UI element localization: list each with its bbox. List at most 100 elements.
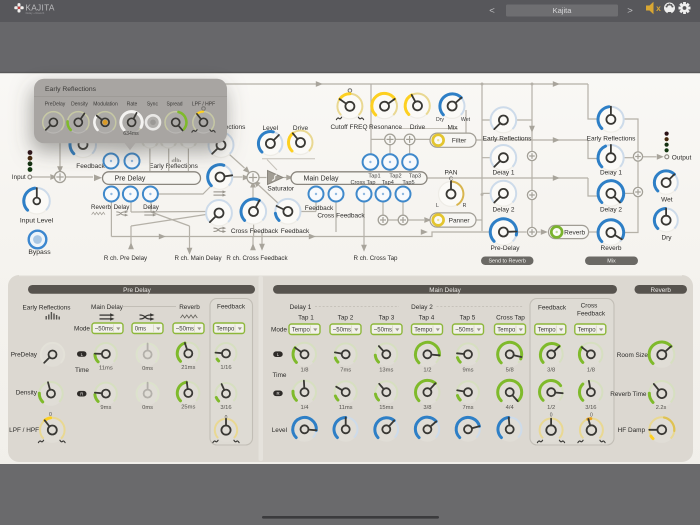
svg-text:Tap1: Tap1 [368,173,380,179]
svg-text:Send to Reverb: Send to Reverb [488,259,525,265]
svg-text:Room Size: Room Size [617,352,649,359]
svg-text:Delay + Reverb: Delay + Reverb [26,11,45,15]
svg-text:Early Reflections: Early Reflections [45,86,97,93]
svg-text:Output: Output [672,154,692,161]
svg-text:9ms: 9ms [463,368,474,374]
svg-text:Tap2: Tap2 [389,173,401,179]
svg-text:Rate: Rate [127,102,138,108]
svg-text:0ms: 0ms [142,405,153,411]
svg-text:1/16: 1/16 [220,365,231,371]
svg-text:3/8: 3/8 [423,405,431,411]
svg-text:3/16: 3/16 [220,405,231,411]
svg-text:Tap 5: Tap 5 [460,314,476,321]
svg-text:R ch. Pre Delay: R ch. Pre Delay [104,255,148,262]
svg-text:Cross: Cross [581,303,598,310]
svg-text:Feedback: Feedback [281,228,310,235]
svg-text:>: > [627,6,633,17]
svg-text:3/8: 3/8 [547,368,555,374]
svg-text:Cross Feedback: Cross Feedback [317,213,365,220]
svg-text:Cross Feedback: Cross Feedback [231,228,279,235]
svg-text:Delay: Delay [114,204,131,211]
svg-text:Mode: Mode [74,326,90,333]
svg-text:Early Reflections: Early Reflections [149,163,199,170]
svg-text:Cross Tap: Cross Tap [496,314,525,321]
svg-text:Resonance: Resonance [369,124,402,131]
svg-text:Tap4: Tap4 [382,180,394,186]
svg-text:Saturator: Saturator [267,186,295,193]
svg-text:Cutoff FREQ: Cutoff FREQ [330,124,367,131]
svg-text:7ms: 7ms [340,368,351,374]
svg-text:~50ms: ~50ms [95,327,113,333]
svg-text:Level: Level [272,427,287,434]
svg-text:Time: Time [75,367,89,374]
svg-text:R ch. Main Delay: R ch. Main Delay [174,255,222,262]
svg-text:Reverb: Reverb [179,304,200,311]
svg-text:Wet: Wet [661,197,673,204]
svg-text:1/4: 1/4 [300,405,309,411]
svg-text:~50ms: ~50ms [455,328,473,334]
svg-text:Drive: Drive [410,124,426,131]
svg-text:Feedback: Feedback [76,163,105,170]
svg-text:HF Damp: HF Damp [618,427,646,434]
svg-text:Bypass: Bypass [28,249,51,256]
svg-text:Input: Input [12,174,26,181]
svg-text:Time: Time [273,372,287,379]
svg-text:Reverb: Reverb [651,287,672,294]
svg-text:~50ms: ~50ms [176,327,194,333]
svg-text:2.2s: 2.2s [656,405,667,411]
svg-text:Tap5: Tap5 [402,180,414,186]
svg-text:13ms: 13ms [379,368,393,374]
svg-text:Tempo: Tempo [497,328,516,334]
svg-text:0: 0 [590,412,593,418]
svg-text:Delay 2: Delay 2 [411,304,433,311]
svg-text:21ms: 21ms [181,365,195,371]
svg-text:Filter: Filter [452,138,467,145]
svg-text:0: 0 [225,415,228,421]
svg-text:Feedback: Feedback [305,205,334,212]
svg-text:Kajita: Kajita [553,6,573,15]
svg-text:Tempo: Tempo [538,328,557,334]
svg-text:Density: Density [16,390,38,397]
svg-text:0: 0 [49,412,52,418]
svg-text:11ms: 11ms [99,365,113,371]
svg-text:Mix: Mix [607,259,616,265]
svg-text:Sync: Sync [147,102,159,108]
svg-text:15ms: 15ms [379,405,393,411]
svg-text:4/4: 4/4 [506,405,515,411]
svg-text:1/8: 1/8 [300,368,308,374]
svg-text:Tap 3: Tap 3 [379,314,395,321]
svg-text:11ms: 11ms [339,405,353,411]
svg-text:25ms: 25ms [181,404,195,410]
svg-text:Wet: Wet [461,117,471,123]
svg-text:L: L [436,203,439,209]
svg-text:Early Reflections: Early Reflections [587,135,637,142]
svg-text:Delay 2: Delay 2 [600,207,622,214]
svg-text:Modulation: Modulation [93,102,118,108]
svg-text:Tempo: Tempo [216,327,235,333]
svg-text:Pre-Delay: Pre-Delay [491,245,521,252]
svg-text:9ms: 9ms [100,405,111,411]
svg-text:3/16: 3/16 [585,405,596,411]
svg-text:Early Reflections: Early Reflections [23,304,71,311]
svg-text:Pre Delay: Pre Delay [123,287,151,294]
svg-text:PreDelay: PreDelay [11,351,38,358]
svg-text:Panner: Panner [449,217,471,224]
svg-text:1/2: 1/2 [547,405,555,411]
svg-text:Cross Tap: Cross Tap [350,180,375,186]
svg-text:x: x [656,3,661,13]
svg-text:1/8: 1/8 [587,368,595,374]
svg-text:Delay 1: Delay 1 [290,304,312,311]
svg-text:R: R [80,392,83,397]
svg-text:0ms: 0ms [142,366,153,372]
svg-text:Main Delay: Main Delay [429,287,461,294]
svg-text:Reverb Time: Reverb Time [610,391,647,398]
svg-text:Spread: Spread [166,102,182,108]
svg-text:Early Reflections: Early Reflections [483,135,533,142]
svg-text:Tap 2: Tap 2 [338,314,354,321]
svg-text:R ch. Cross Tap: R ch. Cross Tap [354,255,398,262]
svg-text:Reverb: Reverb [564,229,585,236]
svg-text:Feedback: Feedback [217,304,246,311]
svg-text:R: R [276,391,279,396]
svg-text:Density: Density [71,102,88,108]
svg-text:Feedback: Feedback [538,304,567,311]
